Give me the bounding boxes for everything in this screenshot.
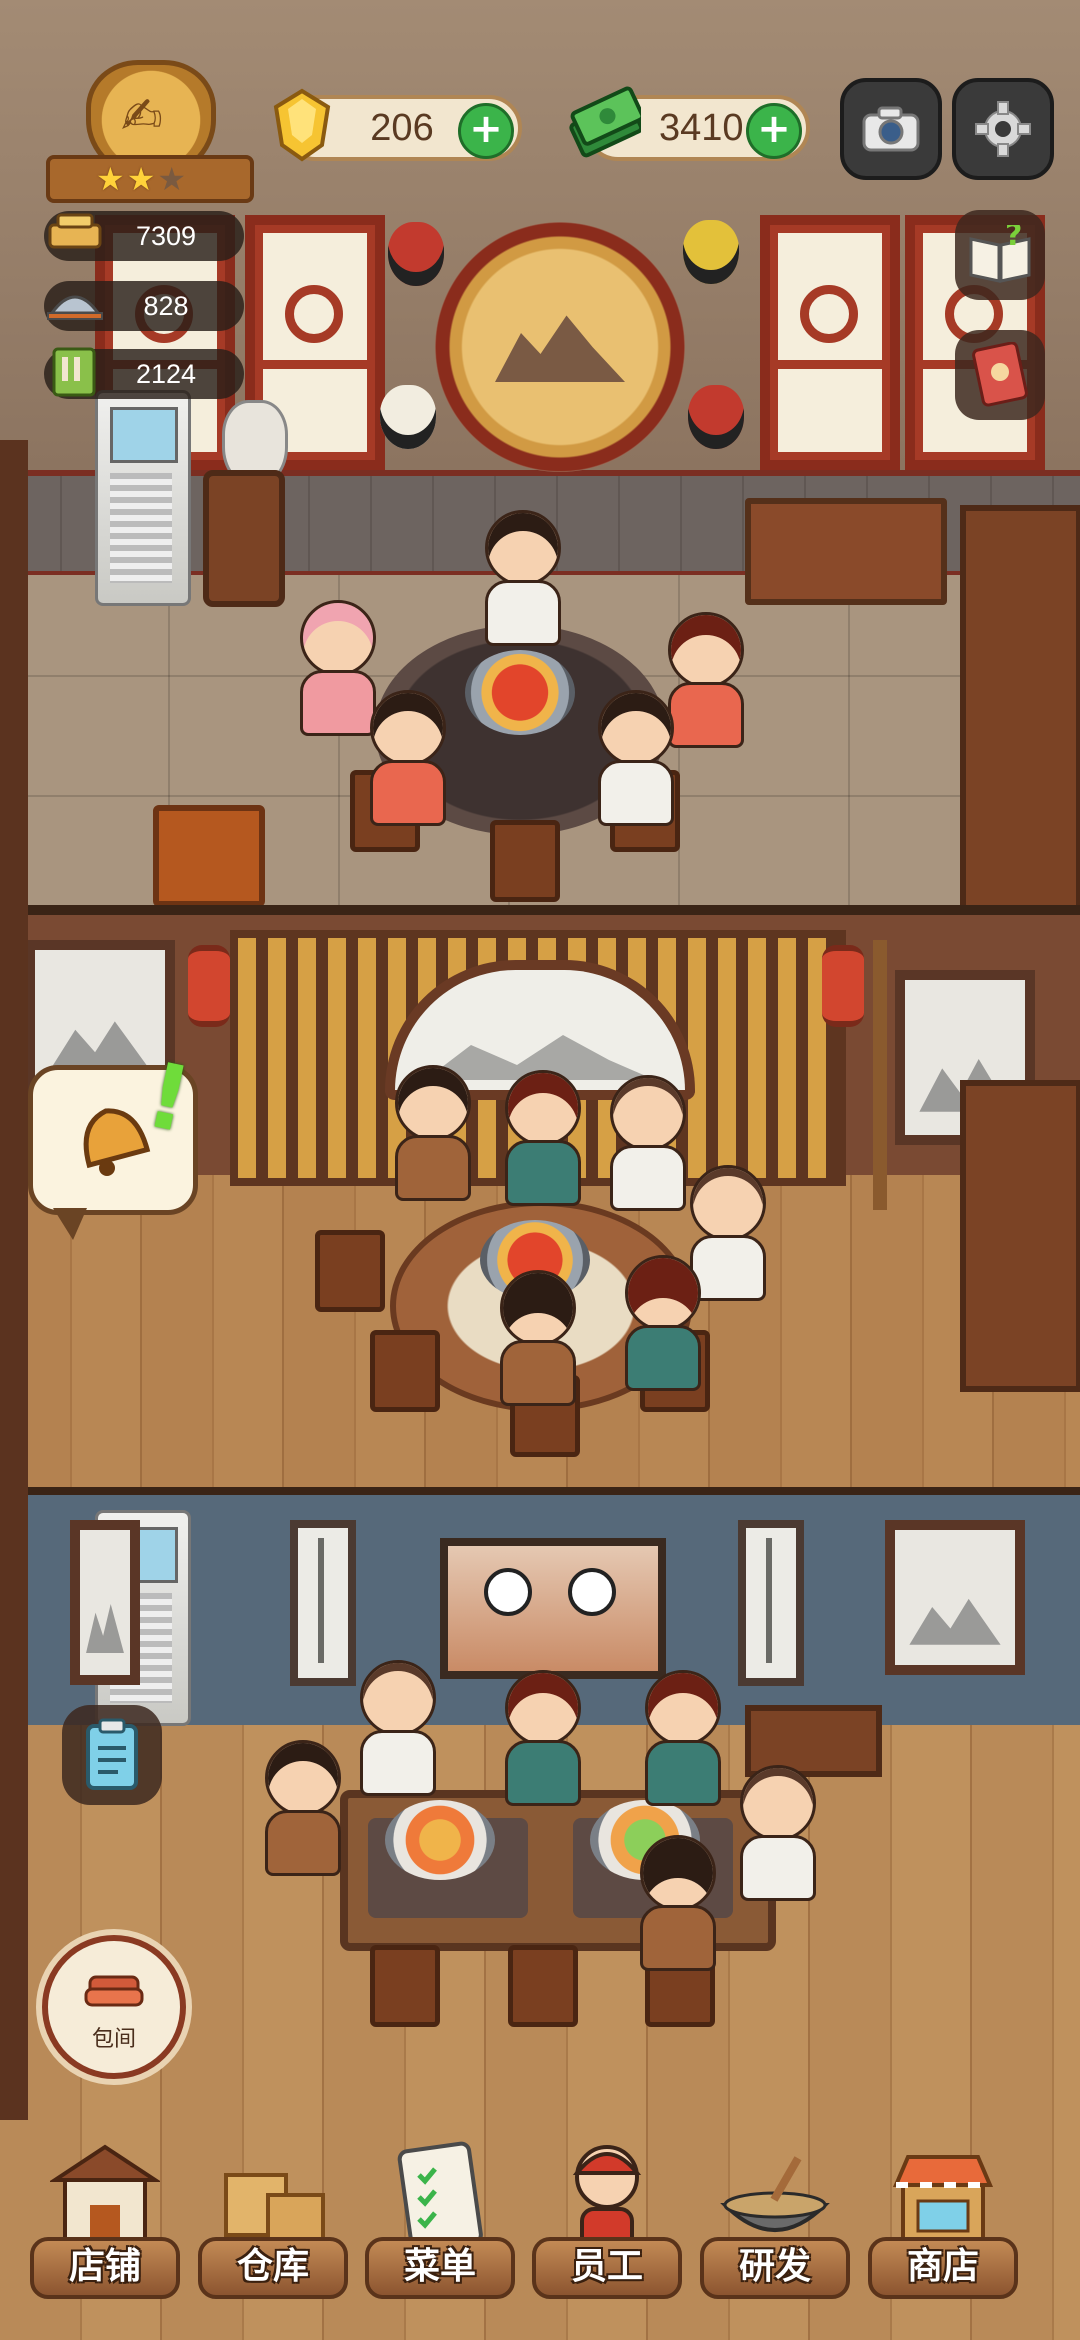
- chair: [315, 1230, 385, 1312]
- restaurant-game-screen: ★★★ 206 + 3410 +: [0, 0, 1080, 2340]
- stat-value: 2124: [135, 359, 197, 389]
- red-lantern-right: [822, 945, 864, 1027]
- stat-value: 7309: [135, 221, 197, 251]
- nav-label: 仓库: [236, 2246, 309, 2287]
- guest-glasses-man-2[interactable]: [265, 1740, 341, 1876]
- bamboo-scroll-2: [738, 1520, 804, 1686]
- guest-woman-teal[interactable]: [505, 1670, 581, 1806]
- star-filled-icon: ★: [96, 160, 127, 198]
- clipboard-icon: [86, 1718, 138, 1790]
- help-book-button[interactable]: ?: [955, 210, 1045, 300]
- add-gems-button[interactable]: +: [458, 103, 514, 159]
- nav-label: 商店: [906, 2246, 979, 2287]
- panda-figure: [568, 1568, 616, 1616]
- gear-icon: [975, 101, 1031, 157]
- nav-label: 研发: [738, 2246, 811, 2287]
- nav-shop-front[interactable]: 店铺: [30, 2115, 180, 2315]
- orders-clipboard-button[interactable]: [62, 1705, 162, 1805]
- svg-text:?: ?: [1005, 225, 1022, 253]
- guest-bald-man-3[interactable]: [360, 1660, 436, 1796]
- chair: [370, 1330, 440, 1412]
- serving-cloche-icon: [47, 295, 103, 320]
- chair: [508, 1945, 578, 2027]
- notebook-icon: [972, 342, 1028, 407]
- gem-count: 206: [370, 107, 434, 149]
- guest-woman-right[interactable]: [668, 612, 744, 748]
- panda-tv-screen: [440, 1538, 666, 1679]
- notebook-button[interactable]: [955, 330, 1045, 420]
- star-filled-icon: ★: [126, 160, 158, 198]
- tea-shelf-2: [960, 1080, 1080, 1392]
- chair: [490, 820, 560, 902]
- nav-warehouse[interactable]: 仓库: [198, 2115, 348, 2315]
- guest-cat-ear-girl[interactable]: [300, 600, 376, 736]
- stat-pepper-pot: 7309: [44, 211, 244, 261]
- camera-icon: [862, 106, 920, 152]
- mushroom-hotpot: [385, 1800, 495, 1880]
- stat-recipes: 2124: [44, 347, 244, 399]
- nav-label: 店铺: [68, 2246, 141, 2287]
- nav-store[interactable]: 商店: [868, 2115, 1018, 2315]
- fish-hotpot: [465, 650, 575, 735]
- guest-back-man[interactable]: [500, 1270, 576, 1406]
- left-wood-rail: [0, 440, 28, 2120]
- rank-stars: ★★★: [96, 160, 188, 198]
- private-room-label: 包间: [91, 2027, 136, 2052]
- cash-count: 3410: [659, 107, 744, 149]
- red-lantern-left: [188, 945, 230, 1027]
- guest-woman-top[interactable]: [485, 510, 561, 646]
- guest-glasses-man[interactable]: [395, 1065, 471, 1201]
- opera-mask-white: [380, 385, 436, 449]
- wooden-chest: [153, 805, 265, 907]
- air-conditioner: [95, 390, 191, 606]
- nav-menu[interactable]: 菜单: [365, 2115, 515, 2315]
- gem-counter: 206 +: [273, 88, 522, 162]
- nav-label: 员工: [570, 2246, 643, 2287]
- private-room-button[interactable]: 包间: [42, 1935, 186, 2079]
- nav-staff[interactable]: 员工: [532, 2115, 682, 2315]
- restaurant-rank-badge[interactable]: ★★★: [46, 60, 254, 203]
- guest-child-right[interactable]: [598, 690, 674, 826]
- opera-mask-red: [388, 222, 444, 286]
- bottom-navigation: 店铺 仓库 菜单 员工 研发 商店: [0, 2115, 1080, 2340]
- guest-bald-man[interactable]: [610, 1075, 686, 1211]
- opera-mask-red-2: [688, 385, 744, 449]
- guest-back-man-2[interactable]: [640, 1835, 716, 1971]
- camera-button[interactable]: [840, 78, 942, 180]
- sideboard-cabinet: [745, 498, 947, 605]
- nav-research[interactable]: 研发: [700, 2115, 850, 2315]
- stat-value: 828: [143, 291, 189, 321]
- tea-shelf: [960, 505, 1080, 912]
- chair: [370, 1945, 440, 2027]
- cash-counter: 3410 +: [569, 86, 810, 161]
- ink-scroll-left: [70, 1520, 140, 1685]
- guest-woman-red-hair[interactable]: [505, 1070, 581, 1206]
- recipe-book-icon: [52, 347, 96, 397]
- guest-child-left[interactable]: [370, 690, 446, 826]
- ink-painting-floor3: [885, 1520, 1025, 1675]
- opera-mask-yellow: [683, 220, 739, 284]
- panda-figure: [484, 1568, 532, 1616]
- lattice-window-right: [760, 215, 900, 470]
- guest-woman-teal-2[interactable]: [645, 1670, 721, 1806]
- coat-rack: [873, 940, 887, 1210]
- mountain-art: [495, 315, 625, 382]
- gem-icon: [273, 88, 331, 162]
- guest-bald-man-4[interactable]: [740, 1765, 816, 1901]
- round-moon-window: [435, 222, 685, 472]
- stat-serving: 828: [44, 281, 244, 331]
- sofa-icon: [84, 1975, 144, 2007]
- help-book-icon: ?: [969, 225, 1031, 283]
- star-empty-icon: ★: [157, 160, 189, 198]
- guest-bald-man-2[interactable]: [690, 1165, 766, 1301]
- bell-pepper-pot-icon: [48, 213, 102, 249]
- settings-button[interactable]: [952, 78, 1054, 180]
- guest-woman-back[interactable]: [625, 1255, 701, 1391]
- bamboo-scroll-1: [290, 1520, 356, 1686]
- cash-stack-icon: [569, 86, 641, 158]
- add-cash-button[interactable]: +: [746, 103, 802, 159]
- vase-stand: [203, 470, 285, 607]
- nav-label: 菜单: [403, 2246, 476, 2287]
